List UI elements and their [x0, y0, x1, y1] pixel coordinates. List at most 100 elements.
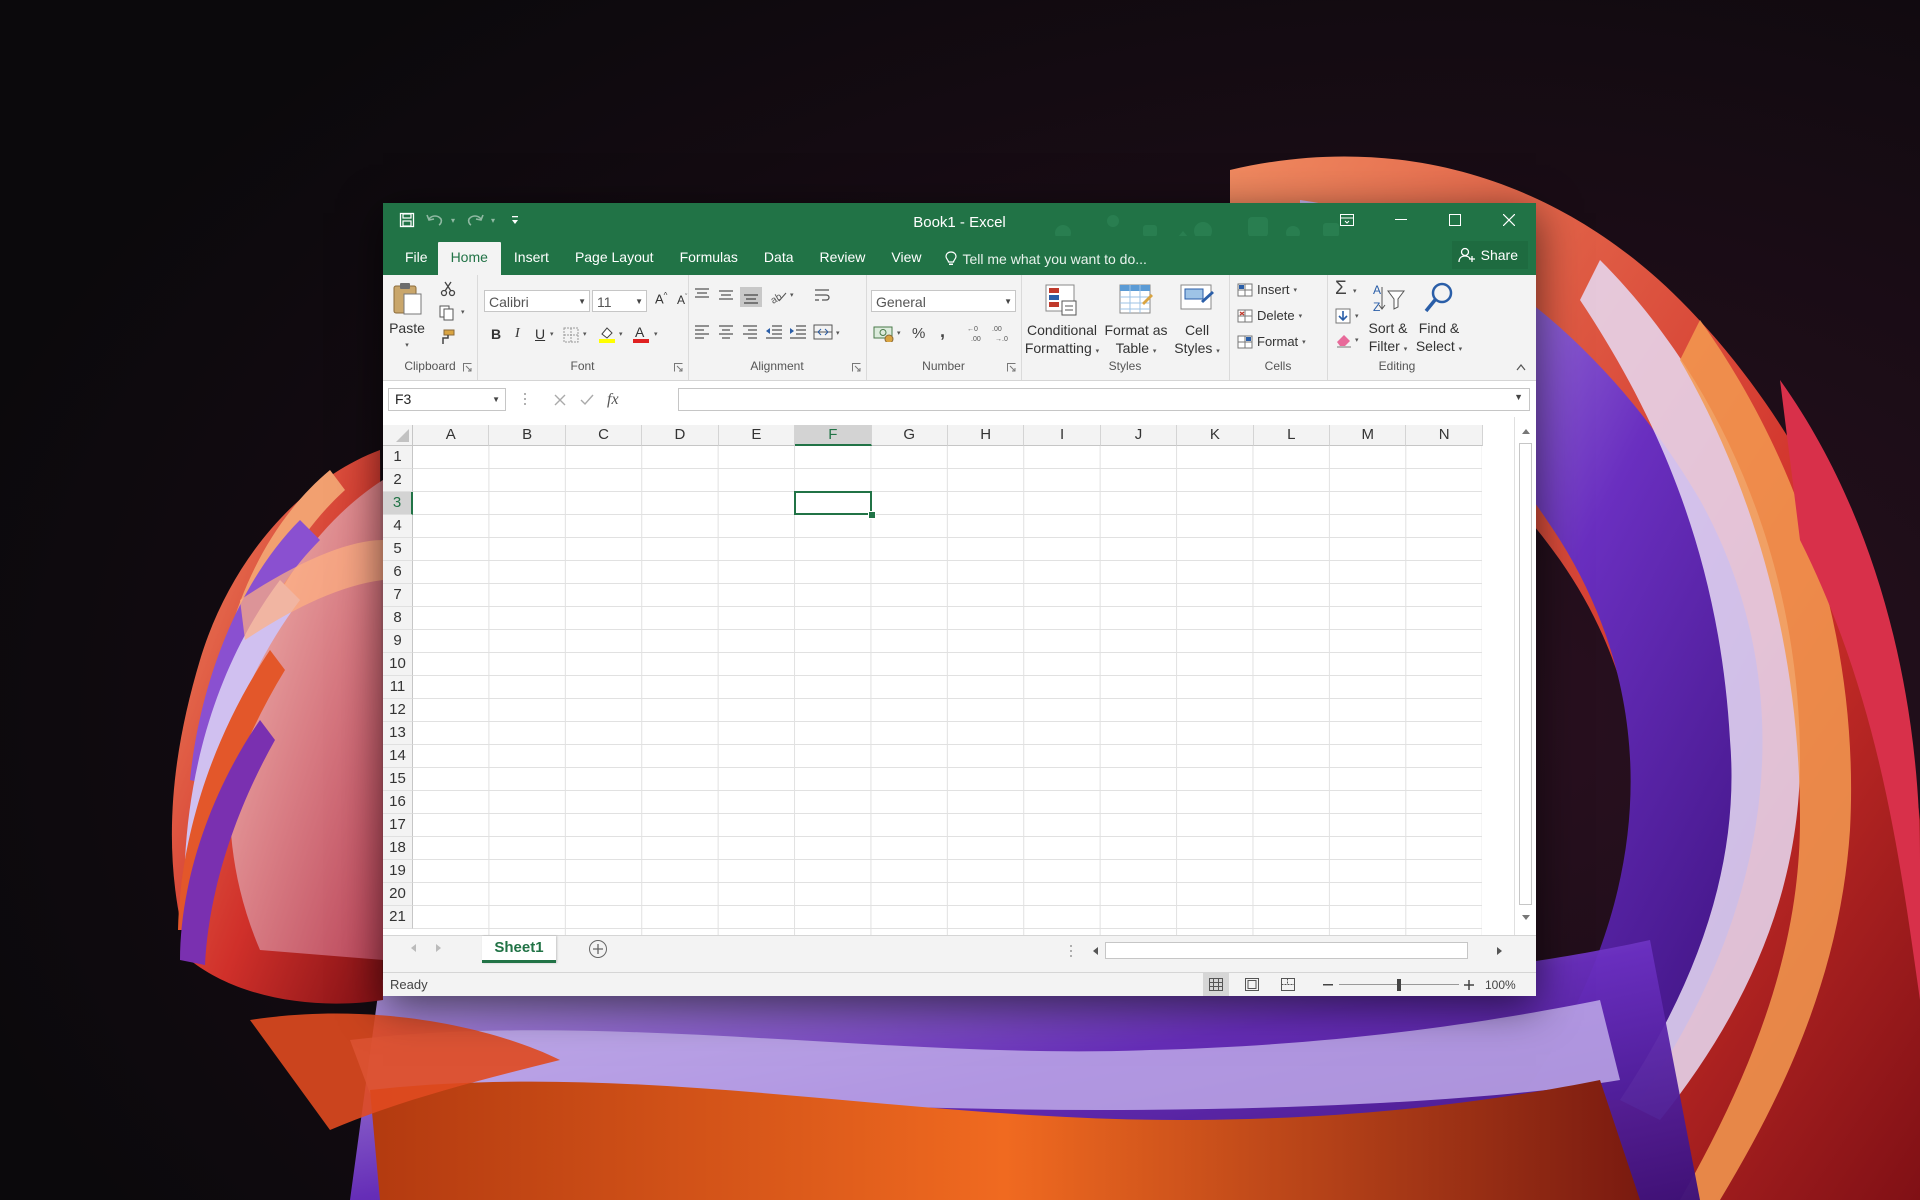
accounting-dropdown-icon[interactable]: ▾: [897, 329, 901, 337]
next-sheet-icon[interactable]: [435, 943, 443, 953]
comma-style-button[interactable]: ,: [940, 321, 945, 342]
column-header-f[interactable]: F: [795, 425, 872, 446]
cut-icon[interactable]: [440, 281, 456, 297]
tab-splitter-icon[interactable]: [1069, 944, 1073, 958]
close-icon[interactable]: [1482, 203, 1536, 236]
font-color-icon[interactable]: A: [632, 324, 650, 343]
increase-indent-icon[interactable]: [788, 323, 808, 339]
row-header-6[interactable]: 6: [383, 561, 413, 584]
row-header-11[interactable]: 11: [383, 676, 413, 699]
tab-formulas[interactable]: Formulas: [667, 242, 751, 275]
tab-review[interactable]: Review: [807, 242, 879, 275]
format-cells-button[interactable]: Format ▾: [1237, 334, 1306, 349]
fill-color-icon[interactable]: [598, 325, 616, 343]
delete-cells-button[interactable]: Delete ▾: [1237, 308, 1302, 323]
save-icon[interactable]: [395, 209, 419, 231]
row-header-2[interactable]: 2: [383, 469, 413, 492]
redo-dropdown-icon[interactable]: ▾: [491, 216, 499, 225]
cell-area[interactable]: [413, 446, 1482, 935]
row-header-13[interactable]: 13: [383, 722, 413, 745]
row-header-8[interactable]: 8: [383, 607, 413, 630]
horizontal-scroll-thumb[interactable]: [1105, 942, 1468, 959]
column-header-g[interactable]: G: [871, 425, 948, 446]
scroll-down-icon[interactable]: [1521, 914, 1531, 922]
row-header-14[interactable]: 14: [383, 745, 413, 768]
row-header-1[interactable]: 1: [383, 446, 413, 469]
zoom-slider-thumb[interactable]: [1397, 979, 1401, 991]
format-as-table-button[interactable]: Format as Table ▾: [1103, 283, 1169, 361]
fill-color-dropdown-icon[interactable]: ▾: [619, 330, 623, 338]
find-select-button[interactable]: Find & Select ▾: [1413, 281, 1465, 359]
wrap-text-icon[interactable]: [813, 287, 831, 305]
insert-cells-button[interactable]: Insert ▾: [1237, 282, 1297, 297]
format-painter-icon[interactable]: [439, 329, 455, 345]
previous-sheet-icon[interactable]: [409, 943, 417, 953]
fill-down-icon[interactable]: [1335, 308, 1353, 324]
zoom-out-icon[interactable]: [1323, 984, 1333, 986]
bold-button[interactable]: B: [491, 326, 501, 342]
middle-align-icon[interactable]: [717, 287, 735, 303]
formula-input[interactable]: ▼: [678, 388, 1530, 411]
insert-function-button[interactable]: fx: [607, 391, 619, 409]
minimize-icon[interactable]: [1374, 203, 1428, 236]
vertical-scroll-thumb[interactable]: [1519, 443, 1532, 905]
decrease-indent-icon[interactable]: [764, 323, 784, 339]
row-header-7[interactable]: 7: [383, 584, 413, 607]
decrease-font-size-icon[interactable]: Aˇ: [677, 293, 687, 307]
vertical-scrollbar[interactable]: [1514, 417, 1536, 935]
top-align-icon[interactable]: [693, 287, 711, 303]
select-all-button[interactable]: [383, 425, 413, 446]
column-header-j[interactable]: J: [1100, 425, 1178, 446]
merge-center-dropdown-icon[interactable]: ▾: [836, 329, 840, 337]
column-header-d[interactable]: D: [642, 425, 719, 446]
tell-me-search[interactable]: Tell me what you want to do...: [935, 242, 1157, 275]
zoom-in-icon[interactable]: [1463, 979, 1475, 991]
tab-page-layout[interactable]: Page Layout: [562, 242, 667, 275]
confirm-entry-icon[interactable]: [579, 393, 595, 407]
copy-dropdown-icon[interactable]: ▾: [461, 308, 465, 316]
sort-filter-button[interactable]: AZ Sort & Filter ▾: [1365, 281, 1411, 359]
tab-file[interactable]: File: [383, 242, 438, 275]
scroll-up-icon[interactable]: [1521, 427, 1531, 435]
percent-style-button[interactable]: %: [912, 325, 925, 342]
clear-dropdown-icon[interactable]: ▾: [1355, 336, 1359, 344]
italic-button[interactable]: I: [515, 326, 520, 342]
conditional-formatting-button[interactable]: Conditional Formatting ▾: [1023, 283, 1101, 361]
scroll-right-icon[interactable]: [1496, 946, 1504, 956]
row-header-5[interactable]: 5: [383, 538, 413, 561]
increase-decimal-icon[interactable]: ←0.00: [966, 323, 988, 343]
increase-font-size-icon[interactable]: A^: [655, 291, 667, 306]
row-header-4[interactable]: 4: [383, 515, 413, 538]
column-header-e[interactable]: E: [718, 425, 796, 446]
column-header-a[interactable]: A: [413, 425, 490, 446]
accounting-format-icon[interactable]: [873, 324, 895, 342]
merge-center-icon[interactable]: [813, 323, 833, 341]
row-header-9[interactable]: 9: [383, 630, 413, 653]
underline-button[interactable]: U: [535, 326, 545, 342]
cancel-entry-icon[interactable]: [553, 393, 567, 407]
underline-dropdown-icon[interactable]: ▾: [550, 330, 554, 338]
page-layout-view-button[interactable]: [1239, 973, 1265, 996]
align-left-icon[interactable]: [693, 323, 711, 339]
row-header-19[interactable]: 19: [383, 860, 413, 883]
name-box[interactable]: F3 ▼: [388, 388, 506, 411]
scroll-left-icon[interactable]: [1091, 946, 1099, 956]
expand-formula-bar-icon[interactable]: ▼: [1514, 392, 1523, 402]
font-size-select[interactable]: 11 ▼: [592, 290, 647, 312]
undo-dropdown-icon[interactable]: ▾: [451, 216, 459, 225]
row-header-20[interactable]: 20: [383, 883, 413, 906]
collapse-ribbon-icon[interactable]: [1516, 363, 1526, 371]
column-header-m[interactable]: M: [1330, 425, 1407, 446]
bottom-align-icon[interactable]: [740, 287, 762, 307]
fill-handle[interactable]: [867, 511, 876, 519]
row-header-17[interactable]: 17: [383, 814, 413, 837]
autosum-dropdown-icon[interactable]: ▾: [1353, 287, 1357, 295]
selected-cell[interactable]: [794, 491, 872, 515]
new-sheet-icon[interactable]: [588, 939, 608, 959]
borders-dropdown-icon[interactable]: ▾: [583, 330, 587, 338]
clear-icon[interactable]: [1335, 332, 1353, 348]
row-header-10[interactable]: 10: [383, 653, 413, 676]
number-dialog-launcher-icon[interactable]: [1007, 363, 1016, 372]
page-break-view-button[interactable]: [1275, 973, 1301, 996]
clipboard-dialog-launcher-icon[interactable]: [463, 363, 472, 372]
